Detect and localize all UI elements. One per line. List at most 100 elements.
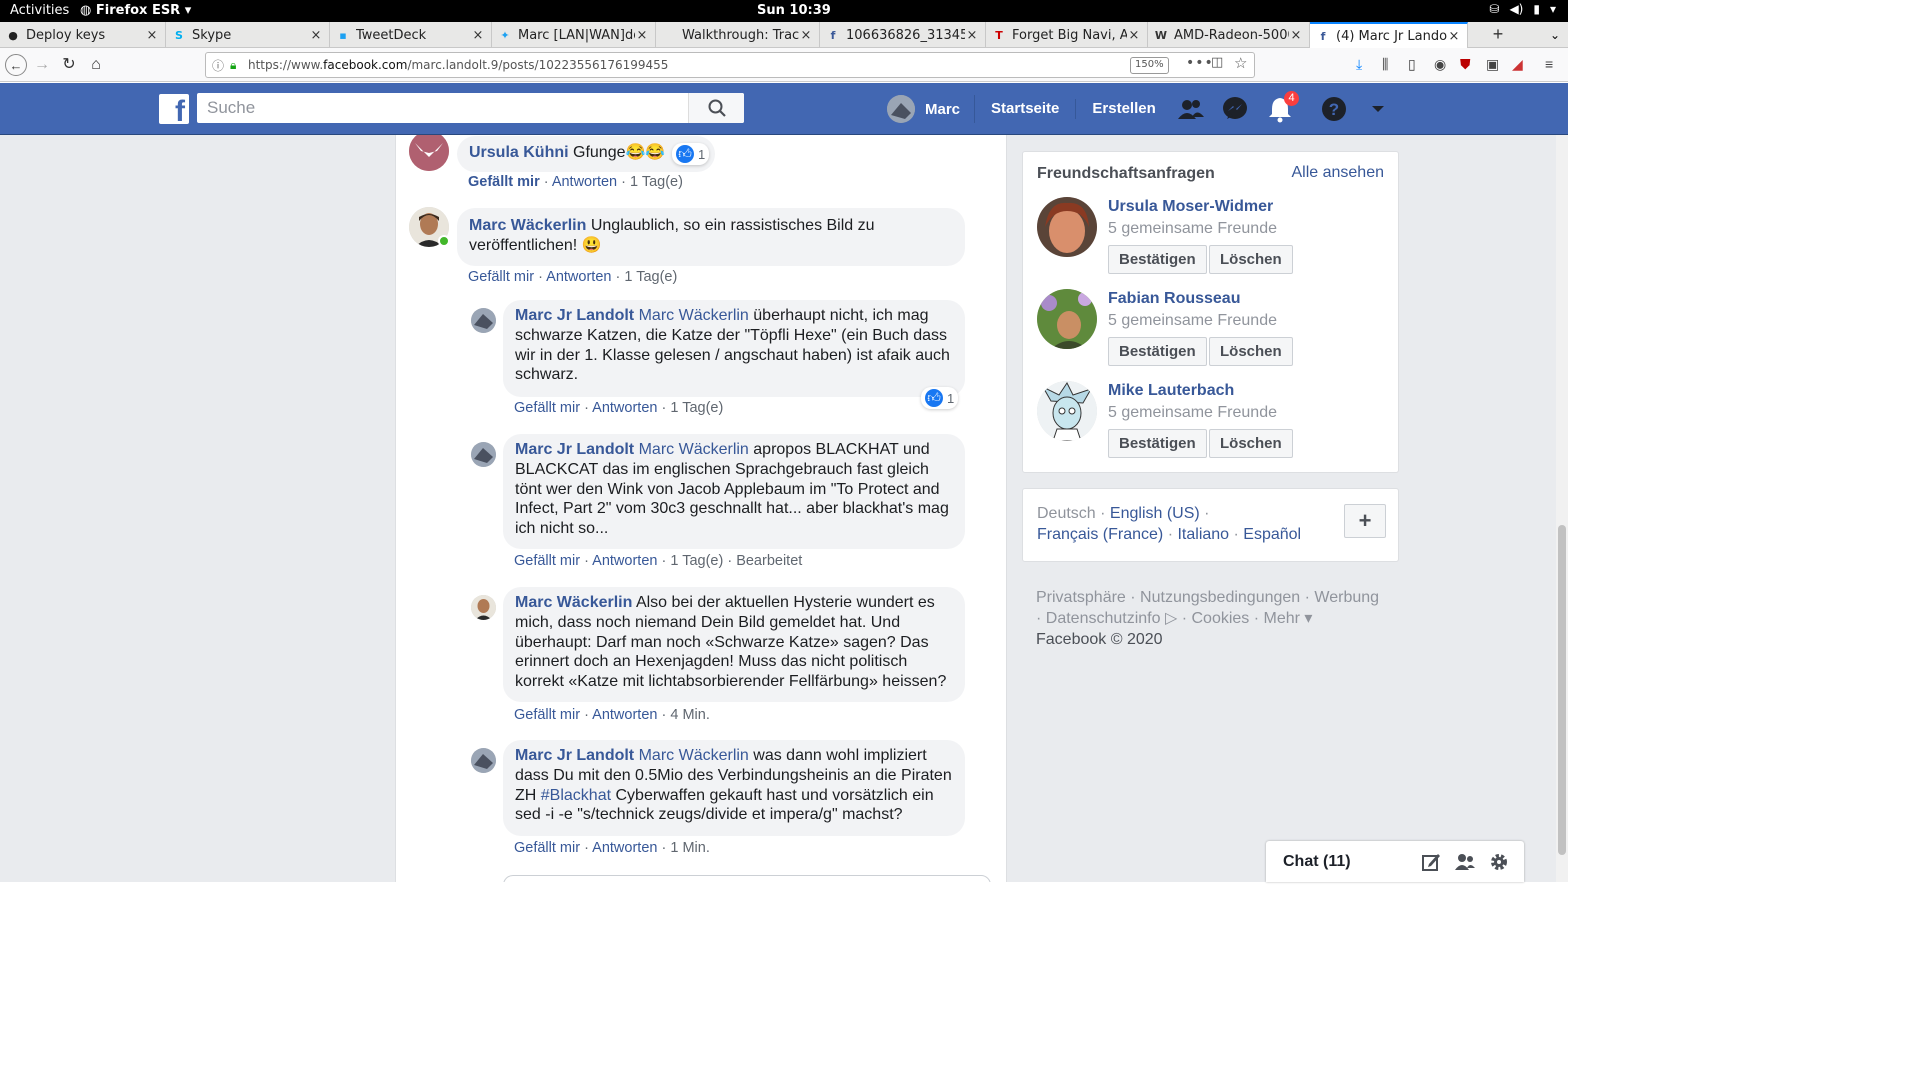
like-link[interactable]: Gefällt mir [514, 400, 580, 416]
close-icon[interactable]: × [1289, 28, 1303, 43]
profile-link[interactable]: Marc [887, 95, 976, 123]
tab[interactable]: S Skype × [166, 22, 330, 48]
close-icon[interactable]: × [635, 28, 649, 43]
help-icon[interactable]: ? [1320, 95, 1348, 123]
nav-create[interactable]: Erstellen [1076, 99, 1171, 119]
avatar[interactable] [471, 595, 496, 620]
close-icon[interactable]: × [799, 28, 813, 43]
reply-author[interactable]: Marc Wäckerlin [515, 594, 632, 611]
avatar[interactable] [471, 748, 496, 773]
page-actions-icon[interactable]: ••• [1186, 55, 1214, 71]
requester-name[interactable]: Mike Lauterbach [1108, 382, 1234, 400]
reply-input[interactable] [503, 875, 991, 882]
like-link[interactable]: Gefällt mir [468, 269, 534, 285]
reply-time[interactable]: 1 Tag(e) [670, 400, 723, 416]
info-icon[interactable]: ⓘ [212, 57, 230, 74]
requester-name[interactable]: Fabian Rousseau [1108, 290, 1240, 308]
reply-link[interactable]: Antworten [592, 707, 657, 723]
group-chat-icon[interactable] [1454, 852, 1476, 872]
ublock-icon[interactable]: ⛊ [1460, 56, 1471, 73]
downloads-icon[interactable]: ⤓ [1356, 56, 1362, 73]
comment-author[interactable]: Marc Wäckerlin [469, 217, 586, 234]
language-link[interactable]: Italiano [1177, 526, 1229, 543]
tab[interactable]: W AMD-Radeon-5000- × [1148, 22, 1310, 48]
tab[interactable]: ✦ Marc [LAN|WAN]dolt× [492, 22, 656, 48]
close-icon[interactable]: × [309, 28, 323, 43]
like-link[interactable]: Gefällt mir [514, 707, 580, 723]
scrollbar[interactable] [1556, 135, 1568, 882]
avatar[interactable] [1037, 289, 1097, 349]
reply-time[interactable]: 1 Tag(e) [670, 553, 723, 569]
system-tray[interactable]: ⛁ ◀) ▮ ▾ [1489, 2, 1556, 16]
hashtag-link[interactable]: #Blackhat [541, 787, 611, 804]
new-tab-button[interactable]: + [1486, 22, 1510, 48]
avatar[interactable] [471, 308, 496, 333]
close-icon[interactable]: × [1447, 29, 1461, 44]
megaphone-icon[interactable]: ◢ [1512, 56, 1523, 73]
pocket-icon[interactable]: ◫ [1211, 55, 1223, 70]
tab[interactable]: ● Deploy keys × [0, 22, 166, 48]
reply-author[interactable]: Marc Jr Landolt [515, 441, 634, 458]
delete-button[interactable]: Löschen [1209, 337, 1293, 366]
see-all-link[interactable]: Alle ansehen [1291, 164, 1384, 182]
reload-icon[interactable]: ↻ [58, 54, 80, 76]
bookmark-star-icon[interactable]: ☆ [1234, 54, 1247, 72]
reply-author[interactable]: Marc Jr Landolt [515, 747, 634, 764]
zoom-level[interactable]: 150% [1130, 57, 1169, 74]
tab[interactable]: f 106636826_3134523× [820, 22, 986, 48]
reply-link[interactable]: Antworten [592, 840, 657, 856]
tab[interactable]: f (4) Marc Jr Landolt - C× [1310, 22, 1468, 48]
confirm-button[interactable]: Bestätigen [1108, 429, 1207, 458]
close-icon[interactable]: × [965, 28, 979, 43]
footer-link[interactable]: Werbung [1314, 589, 1379, 606]
reply-link[interactable]: Antworten [546, 269, 611, 285]
reply-link[interactable]: Antworten [592, 400, 657, 416]
footer-link[interactable]: Nutzungsbedingungen [1140, 589, 1300, 606]
sync-icon[interactable]: ◉ [1434, 56, 1446, 73]
comment-time[interactable]: 1 Tag(e) [624, 269, 677, 285]
edited-label[interactable]: Bearbeitet [736, 553, 802, 569]
close-icon[interactable]: × [145, 28, 159, 43]
confirm-button[interactable]: Bestätigen [1108, 337, 1207, 366]
mention-link[interactable]: Marc Wäckerlin [639, 307, 749, 324]
tab-list-icon[interactable]: ⌄ [1545, 22, 1565, 48]
footer-link[interactable]: Datenschutzinfo [1046, 610, 1161, 627]
avatar[interactable] [1037, 381, 1097, 441]
footer-link[interactable]: Mehr ▾ [1264, 610, 1313, 627]
add-language-button[interactable]: + [1344, 504, 1386, 538]
footer-link[interactable]: Privatsphäre [1036, 589, 1126, 606]
avatar[interactable] [1037, 197, 1097, 257]
tab[interactable]: T Forget Big Navi, AMD× [986, 22, 1148, 48]
reply-time[interactable]: 1 Min. [670, 840, 710, 856]
gear-icon[interactable] [1489, 852, 1509, 872]
like-link[interactable]: Gefällt mir [514, 553, 580, 569]
close-icon[interactable]: × [1127, 28, 1141, 43]
tab[interactable]: ▪ TweetDeck × [330, 22, 492, 48]
search-input[interactable] [197, 93, 687, 123]
avatar[interactable] [471, 442, 496, 467]
search-button[interactable] [688, 93, 744, 123]
like-link[interactable]: Gefällt mir [468, 174, 540, 190]
reply-time[interactable]: 4 Min. [670, 707, 710, 723]
language-link[interactable]: English (US) [1110, 505, 1200, 522]
reply-link[interactable]: Antworten [552, 174, 617, 190]
comment-author[interactable]: Ursula Kühni [469, 144, 569, 161]
close-icon[interactable]: × [471, 28, 485, 43]
mutual-friends[interactable]: 5 gemeinsame Freunde [1108, 220, 1277, 238]
url-bar[interactable]: ⓘ 🔒︎ https://www. facebook.com/marc.lando… [205, 52, 1255, 78]
hamburger-menu-icon[interactable]: ≡ [1545, 56, 1553, 72]
compose-icon[interactable] [1421, 852, 1441, 872]
scrollbar-thumb[interactable] [1558, 525, 1566, 855]
library-icon[interactable]: ⫼ [1382, 56, 1388, 73]
tab[interactable]: Walkthrough: Tracking th× [656, 22, 820, 48]
requester-name[interactable]: Ursula Moser-Widmer [1108, 198, 1273, 216]
sidebar-icon[interactable]: ▯ [1408, 56, 1416, 73]
reply-author[interactable]: Marc Jr Landolt [515, 307, 634, 324]
mutual-friends[interactable]: 5 gemeinsame Freunde [1108, 404, 1277, 422]
chat-bar[interactable]: Chat (11) [1266, 841, 1524, 882]
facebook-logo[interactable]: f [159, 94, 189, 124]
extension-icon[interactable]: ▣ [1486, 56, 1499, 73]
messenger-icon[interactable] [1221, 95, 1249, 123]
delete-button[interactable]: Löschen [1209, 429, 1293, 458]
delete-button[interactable]: Löschen [1209, 245, 1293, 274]
